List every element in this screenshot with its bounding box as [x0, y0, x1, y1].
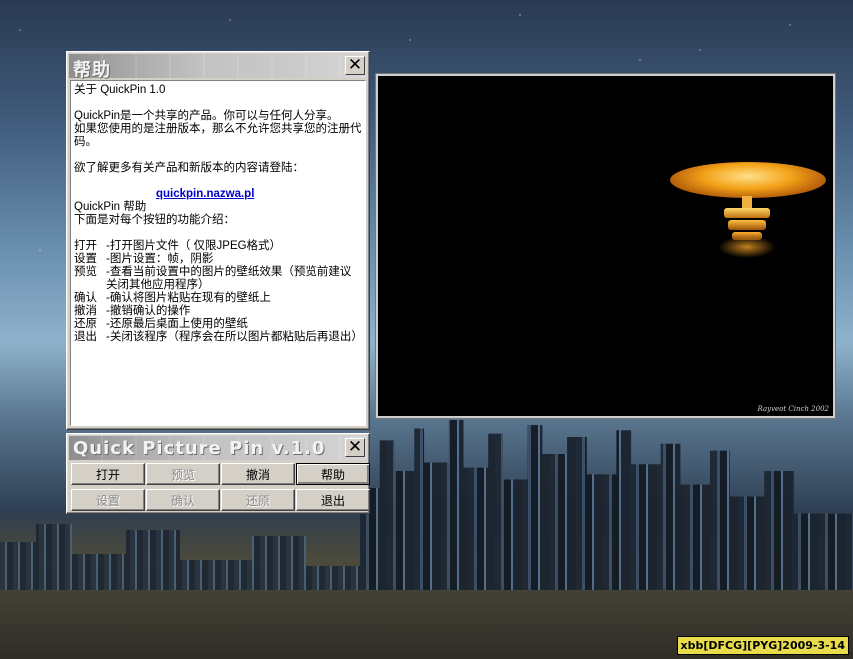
help-intro-line: 下面是对每个按钮的功能介绍：: [74, 214, 235, 226]
lamp-glow: [718, 236, 776, 258]
website-link[interactable]: quickpin.nazwa.pl: [156, 188, 362, 201]
function-row-preview: 预览 -查看当前设置中的图片的壁纸效果（预览前建议关闭其他应用程序）: [74, 266, 362, 292]
help-close-button[interactable]: ✕: [345, 56, 365, 75]
function-key: 预览: [74, 266, 97, 278]
function-key: 设置: [74, 253, 97, 265]
function-desc: -确认将图片粘贴在现有的壁纸上: [106, 292, 271, 304]
function-desc: -查看当前设置中的图片的壁纸效果（预览前建议关闭其他应用程序）: [106, 266, 352, 291]
exit-button[interactable]: 退出: [296, 489, 370, 511]
lamp-ring: [724, 208, 770, 218]
function-row-restore: 还原 -还原最后桌面上使用的壁纸: [74, 318, 362, 331]
lamp-ring: [728, 220, 766, 230]
help-about-line: 关于 QuickPin 1.0: [74, 84, 166, 96]
help-share-line-2: 如果您使用的是注册版本，那么不允许您共享您的注册代码。: [74, 123, 362, 148]
function-key: 还原: [74, 318, 97, 330]
help-window: 帮助 ✕ 关于 QuickPin 1.0 QuickPin是一个共享的产品。你可…: [66, 51, 370, 430]
open-button[interactable]: 打开: [71, 463, 145, 485]
help-heading: QuickPin 帮助: [74, 201, 147, 213]
function-desc: -图片设置：帧，阴影: [106, 253, 214, 265]
watermark-label: xbb[DFCG][PYG]2009-3-14: [676, 636, 849, 655]
help-titlebar[interactable]: 帮助 ✕: [69, 54, 367, 81]
function-desc: -撤销确认的操作: [106, 305, 191, 317]
main-titlebar[interactable]: Quick Picture Pin v.1.0 ✕: [69, 436, 367, 460]
lamp-shade: [670, 162, 826, 198]
main-close-button[interactable]: ✕: [345, 438, 365, 457]
confirm-button[interactable]: 确认: [146, 489, 220, 511]
function-key: 撤消: [74, 305, 97, 317]
titlebar-pattern: [69, 54, 367, 78]
function-key: 退出: [74, 331, 97, 343]
function-desc: -关闭该程序（程序会在所以图片都粘贴后再退出）: [106, 331, 363, 343]
function-row-confirm: 确认 -确认将图片粘贴在现有的壁纸上: [74, 292, 362, 305]
function-row-open: 打开 -打开图片文件（ 仅限JPEG格式）: [74, 240, 362, 253]
main-window: Quick Picture Pin v.1.0 ✕ 打开 预览 撤消 帮助 设置…: [66, 433, 370, 514]
function-row-settings: 设置 -图片设置：帧，阴影: [74, 253, 362, 266]
function-key: 打开: [74, 240, 97, 252]
help-title: 帮助: [73, 60, 111, 81]
help-button[interactable]: 帮助: [296, 463, 370, 485]
function-key: 确认: [74, 292, 97, 304]
button-grid: 打开 预览 撤消 帮助 设置 确认 还原 退出: [71, 463, 370, 511]
settings-button[interactable]: 设置: [71, 489, 145, 511]
help-share-line-1: QuickPin是一个共享的产品。你可以与任何人分享。: [74, 110, 339, 122]
function-desc: -还原最后桌面上使用的壁纸: [106, 318, 248, 330]
close-icon: ✕: [347, 55, 363, 75]
main-title: Quick Picture Pin v.1.0: [73, 438, 326, 459]
undo-button[interactable]: 撤消: [221, 463, 295, 485]
function-desc: -打开图片文件（ 仅限JPEG格式）: [106, 240, 282, 252]
desktop-city-skyline: [360, 420, 853, 590]
function-row-undo: 撤消 -撤销确认的操作: [74, 305, 362, 318]
preview-button[interactable]: 预览: [146, 463, 220, 485]
preview-window[interactable]: Rayveot Cinch 2002: [376, 74, 835, 418]
close-icon: ✕: [347, 437, 363, 457]
help-text-area[interactable]: 关于 QuickPin 1.0 QuickPin是一个共享的产品。你可以与任何人…: [70, 80, 366, 426]
restore-button[interactable]: 还原: [221, 489, 295, 511]
image-signature: Rayveot Cinch 2002: [757, 405, 829, 413]
function-row-exit: 退出 -关闭该程序（程序会在所以图片都粘贴后再退出）: [74, 331, 363, 344]
help-more-info-line: 欲了解更多有关产品和新版本的内容请登陆：: [74, 162, 304, 174]
